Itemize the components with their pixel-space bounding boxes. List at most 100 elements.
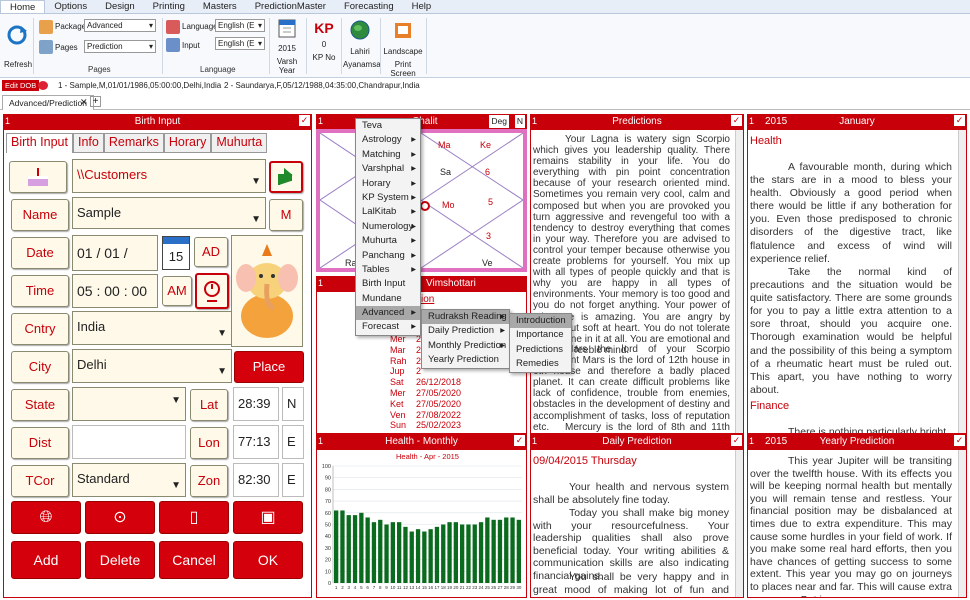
context-menu-item[interactable]: Numerology <box>356 220 420 235</box>
panel-check-icon[interactable]: ✓ <box>299 115 310 126</box>
clock-button[interactable]: ⊙ <box>85 501 155 534</box>
cancel-button[interactable]: Cancel <box>159 541 229 579</box>
customer-icon-button[interactable] <box>9 161 67 193</box>
tab-birth-input[interactable]: Birth Input <box>6 133 73 153</box>
time-field[interactable]: 05 : 00 : 00 <box>72 274 158 308</box>
tab-muhurta[interactable]: Muhurta <box>211 133 268 153</box>
ampm-button[interactable]: AM <box>162 276 192 306</box>
menu-predictionmaster[interactable]: PredictionMaster <box>246 0 335 13</box>
context-menu-item[interactable]: Birth Input <box>356 277 420 291</box>
new-file-button[interactable]: ▯ <box>159 501 229 534</box>
menu-options[interactable]: Options <box>45 0 96 13</box>
lon-field[interactable]: 77:13 <box>233 425 279 459</box>
context-menu-item[interactable]: Horary <box>356 177 420 192</box>
context-menu-item[interactable]: Tables <box>356 263 420 278</box>
name-field[interactable]: Sample <box>72 197 266 235</box>
country-button[interactable]: Cntry <box>11 313 69 345</box>
menu-printing[interactable]: Printing <box>144 0 194 13</box>
context-menu-item[interactable]: Mundane <box>356 292 420 306</box>
district-button[interactable]: Dist <box>11 427 69 459</box>
dob-entry-1[interactable]: 1 - Sample,M,01/01/1986,05:00:00,Delhi,I… <box>58 78 221 93</box>
panel-check-icon[interactable]: ✓ <box>954 435 965 446</box>
context-menu-item[interactable]: Muhurta <box>356 234 420 249</box>
landscape-button[interactable]: Landscape Print Screen <box>383 20 423 78</box>
daily-scrollbar[interactable] <box>735 450 743 597</box>
language-select[interactable]: English (E <box>215 19 265 32</box>
kp-no-button[interactable]: KP 0 KP No <box>309 20 339 62</box>
menu-forecasting[interactable]: Forecasting <box>335 0 403 13</box>
tcor-field[interactable]: Standard <box>72 463 186 501</box>
go-up-button[interactable] <box>269 161 303 193</box>
place-finder-button[interactable]: Place Finder <box>234 351 304 404</box>
state-field[interactable] <box>72 387 186 421</box>
city-field[interactable]: Delhi <box>72 349 232 387</box>
context-menu-item[interactable]: KP System <box>356 191 420 206</box>
input-select[interactable]: English (E <box>215 37 265 50</box>
dob-entry-2[interactable]: 2 - Saundarya,F,05/12/1988,04:35:00,Chan… <box>224 78 420 93</box>
new-tab-button[interactable]: + <box>90 96 101 107</box>
context-menu-item[interactable]: Panchang <box>356 249 420 264</box>
context-menu-item[interactable]: Forecast <box>356 320 420 335</box>
date-field[interactable]: 01 / 01 / 1986 <box>72 235 158 295</box>
tab-info[interactable]: Info <box>72 133 104 153</box>
lat-button[interactable]: Lat <box>190 389 228 421</box>
time-button[interactable]: Time <box>11 275 69 307</box>
menu-home[interactable]: Home <box>0 0 46 13</box>
calendar-button[interactable]: 15 <box>162 236 190 270</box>
vimshottari-link[interactable]: ion <box>421 294 434 305</box>
january-scrollbar[interactable] <box>958 130 966 433</box>
state-button[interactable]: State <box>11 389 69 421</box>
context-menu-item[interactable]: Varshphal <box>356 162 420 177</box>
panel-check-icon[interactable]: ✓ <box>731 435 742 446</box>
lat-field[interactable]: 28:39 <box>233 387 279 421</box>
lon-button[interactable]: Lon <box>190 427 228 459</box>
tab-remarks[interactable]: Remarks <box>103 133 164 153</box>
tcor-button[interactable]: TCor <box>11 465 69 497</box>
rudraksh-submenu-item[interactable]: Predictions <box>510 343 571 357</box>
context-menu-item[interactable]: Astrology <box>356 133 420 148</box>
menu-design[interactable]: Design <box>96 0 144 13</box>
pages-select[interactable]: Prediction <box>84 40 156 53</box>
submenu-item[interactable]: Rudraksh Reading <box>422 310 509 325</box>
zone-button[interactable]: Zon <box>190 465 228 497</box>
gender-button[interactable]: M <box>269 199 303 231</box>
menu-masters[interactable]: Masters <box>194 0 246 13</box>
yearly-scrollbar[interactable] <box>958 450 966 597</box>
globe-button[interactable]: 🌐︎ <box>11 501 81 534</box>
date-button[interactable]: Date <box>11 237 69 269</box>
refresh-button[interactable]: Refresh <box>4 24 32 69</box>
context-menu-item[interactable]: Matching <box>356 148 420 163</box>
zone-field[interactable]: 82:30 <box>233 463 279 497</box>
varsh-year-button[interactable]: 2015 Varsh Year <box>272 18 302 75</box>
delete-button[interactable]: Delete <box>85 541 155 579</box>
name-button[interactable]: Name <box>11 199 69 231</box>
rudraksh-submenu-item[interactable]: Introduction <box>510 314 571 329</box>
panel-check-icon[interactable]: ✓ <box>514 435 525 446</box>
edit-dob-button[interactable]: Edit DOB <box>2 80 40 91</box>
submenu-item[interactable]: Monthly Prediction <box>422 339 509 354</box>
lon-direction[interactable]: E <box>282 425 304 459</box>
add-button[interactable]: Add <box>11 541 81 579</box>
submenu-item[interactable]: Daily Prediction <box>422 324 509 339</box>
context-menu-item[interactable]: LalKitab <box>356 205 420 220</box>
ok-button[interactable]: OK <box>233 541 303 579</box>
lat-direction[interactable]: N <box>282 387 304 421</box>
degree-toggle[interactable]: Deg <box>489 115 509 128</box>
rudraksh-submenu-item[interactable]: Importance <box>510 328 571 342</box>
tab-horary[interactable]: Horary <box>163 133 212 153</box>
menu-help[interactable]: Help <box>403 0 441 13</box>
context-menu-item[interactable]: Advanced <box>356 306 420 321</box>
rudraksh-submenu-item[interactable]: Remedies <box>510 357 571 371</box>
birth-time-rectification-button[interactable] <box>195 273 229 309</box>
country-field[interactable]: India <box>72 311 232 349</box>
save-button[interactable]: ▣ <box>233 501 303 534</box>
zone-direction[interactable]: E <box>282 463 304 497</box>
ayanamsa-button[interactable]: Lahiri Ayanamsa <box>343 20 381 69</box>
customer-path-field[interactable]: \\Customers <box>72 159 266 197</box>
package-select[interactable]: Advanced <box>84 19 156 32</box>
north-toggle[interactable]: N <box>514 115 525 128</box>
context-menu-item[interactable]: Teva <box>356 119 420 133</box>
submenu-item[interactable]: Yearly Prediction <box>422 353 509 367</box>
close-tab-icon[interactable]: ✕ <box>80 97 88 108</box>
panel-check-icon[interactable]: ✓ <box>731 115 742 126</box>
